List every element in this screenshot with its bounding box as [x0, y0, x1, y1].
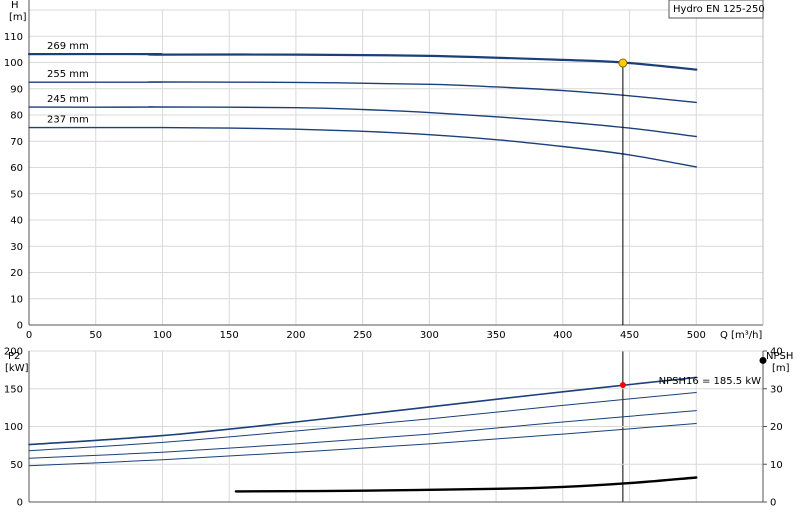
- x-tick-label: 0: [26, 330, 32, 341]
- npsh-point-marker: [759, 356, 767, 364]
- x-tick-label: 350: [487, 330, 506, 341]
- y-tick-label: 0: [17, 321, 23, 332]
- x-axis-label: Q [m³/h]: [720, 330, 762, 341]
- y-tick-label: 90: [10, 84, 23, 95]
- y-tick-label: 110: [4, 32, 23, 43]
- npsh-curve: [234, 476, 698, 493]
- pump-curve-figure: 0 50 100 150 200 250 300 350 400 450 500 0 10 20 30 40 5…: [0, 0, 800, 520]
- y-tick-label: 50: [10, 460, 23, 471]
- x-tick-label: 50: [89, 330, 102, 341]
- y-tick-label: 60: [10, 163, 23, 174]
- y-tick-label: 20: [10, 268, 23, 279]
- curve-label: 269 mm: [47, 41, 89, 52]
- right-y-axis-label: NPSH: [766, 351, 793, 362]
- x-tick-label: 100: [153, 330, 172, 341]
- y-tick-label: 40: [10, 216, 23, 227]
- y-tick-label: 150: [4, 384, 23, 395]
- y-axis-unit: [kW]: [5, 363, 29, 374]
- y-axis-label: P2: [8, 351, 20, 362]
- x-tick-label: 150: [220, 330, 239, 341]
- right-y-tick-label: 30: [770, 384, 783, 395]
- x-tick-label: 300: [420, 330, 439, 341]
- right-y-tick-label: 10: [770, 460, 783, 471]
- y-tick-label: 10: [10, 294, 23, 305]
- y-tick-label: 100: [4, 422, 23, 433]
- y-tick-label: 80: [10, 111, 23, 122]
- pump-curve-chart: 0 50 100 150 200 250 300 350 400 450 5000102030405…: [4, 0, 793, 509]
- y-tick-label: 50: [10, 189, 23, 200]
- x-tick-label: 250: [353, 330, 372, 341]
- x-tick-label: 200: [286, 330, 305, 341]
- duty-point-marker: [618, 58, 628, 68]
- y-axis-label: H: [11, 0, 19, 11]
- x-tick-label: 400: [553, 330, 572, 341]
- chart-title: Hydro EN 125-250: [673, 4, 765, 15]
- curve-label: 255 mm: [47, 69, 89, 80]
- power-point-marker: [619, 381, 626, 388]
- curve-label: 245 mm: [47, 94, 89, 105]
- right-y-axis-unit: [m]: [772, 363, 790, 374]
- right-y-tick-label: 20: [770, 422, 783, 433]
- right-y-tick-label: 0: [770, 498, 776, 509]
- npsh-annotation: NPSH16 = 185.5 kW: [659, 376, 761, 387]
- y-tick-label: 0: [17, 498, 23, 509]
- y-axis-unit: [m]: [9, 12, 27, 23]
- y-tick-label: 100: [4, 58, 23, 69]
- x-tick-label: 450: [620, 330, 639, 341]
- x-tick-label: 500: [687, 330, 706, 341]
- y-tick-label: 30: [10, 242, 23, 253]
- y-tick-label: 70: [10, 137, 23, 148]
- curve-label: 237 mm: [47, 115, 89, 126]
